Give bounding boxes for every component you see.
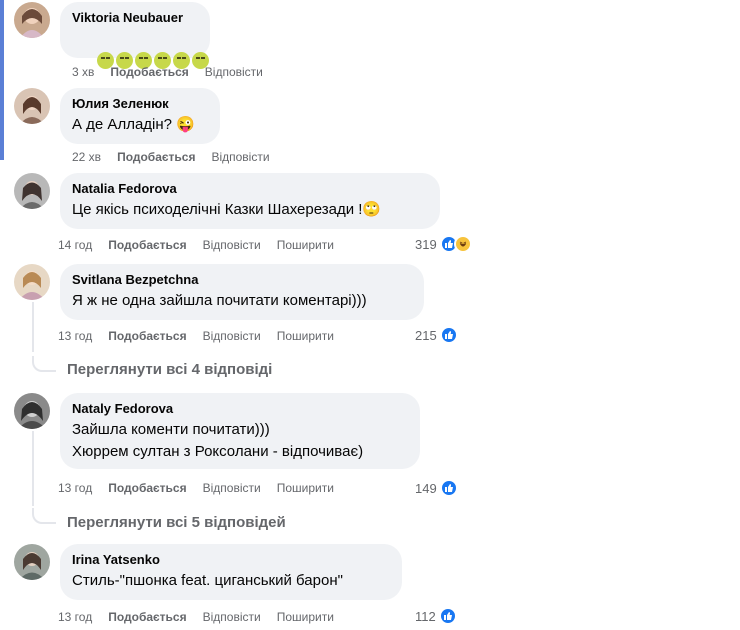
thread-line [32,431,34,506]
thread-line [32,302,34,352]
comment-text: Це якісь психоделічні Казки Шахерезади !… [72,201,382,218]
comment-actions: 3 хв Подобається Відповісти [72,65,279,79]
comment-author[interactable]: Nataly Fedorova [72,401,408,417]
comment-time[interactable]: 3 хв [72,65,94,79]
reaction-count: 319 [415,236,437,252]
like-button[interactable]: Подобається [108,610,186,624]
like-button[interactable]: Подобається [108,238,186,252]
reply-button[interactable]: Відповісти [203,610,261,624]
comment-time[interactable]: 13 год [58,481,92,495]
comment-author[interactable]: Irina Yatsenko [72,552,390,568]
thread-curve [32,356,56,372]
comment-bubble: Юлия Зеленюк А де Алладін? 😜 [60,88,220,144]
comment-actions: 13 год Подобається Відповісти Поширити [58,329,350,343]
comment-actions: 22 хв Подобається Відповісти [72,150,286,164]
comment-time[interactable]: 13 год [58,610,92,624]
comment-text: Я ж не одна зайшла почитати коментарі))) [72,292,367,309]
comment-bubble: Svitlana Bezpetchna Я ж не одна зайшла п… [60,264,424,320]
comment-actions: 14 год Подобається Відповісти Поширити [58,238,350,252]
comment-time[interactable]: 14 год [58,238,92,252]
reaction-count: 149 [415,480,437,496]
comment-text [72,32,210,92]
reply-button[interactable]: Відповісти [211,150,269,164]
avatar[interactable] [14,2,50,38]
avatar[interactable] [14,88,50,124]
reaction-summary[interactable]: 149 [415,479,458,497]
view-replies-link[interactable]: Переглянути всі 5 відповідей [67,514,286,531]
reply-button[interactable]: Відповісти [205,65,263,79]
comment-author[interactable]: Юлия Зеленюк [72,96,208,112]
like-icon [438,607,457,625]
share-button[interactable]: Поширити [277,481,334,495]
like-icon [439,479,458,497]
comment-author[interactable]: Natalia Fedorova [72,181,428,197]
avatar[interactable] [14,173,50,209]
like-button[interactable]: Подобається [108,481,186,495]
comment-bubble: Nataly Fedorova Зайшла коменти почитати)… [60,393,420,469]
comment-text-line-1: Зайшла коменти почитати))) [72,421,270,438]
like-icon [439,326,458,344]
reply-button[interactable]: Відповісти [203,329,261,343]
like-button[interactable]: Подобається [110,65,188,79]
reply-button[interactable]: Відповісти [203,481,261,495]
share-button[interactable]: Поширити [277,329,334,343]
comment-bubble: Natalia Fedorova Це якісь психоделічні К… [60,173,440,229]
view-replies-link[interactable]: Переглянути всі 4 відповіді [67,361,272,378]
avatar[interactable] [14,393,50,429]
comment-actions: 13 год Подобається Відповісти Поширити [58,610,350,624]
share-button[interactable]: Поширити [277,610,334,624]
thread-accent-bar [0,0,4,160]
comment-bubble: Irina Yatsenko Стиль-"пшонка feat. циган… [60,544,402,600]
comment-bubble: Viktoria Neubauer [60,2,210,69]
like-button[interactable]: Подобається [117,150,195,164]
comment-text-line-2: Хюррем султан з Роксолани - відпочиває) [72,443,364,460]
like-button[interactable]: Подобається [108,329,186,343]
share-button[interactable]: Поширити [277,238,334,252]
comment-text: А де Алладін? 😜 [72,116,195,133]
comment-author[interactable]: Viktoria Neubauer [72,10,198,26]
avatar[interactable] [14,264,50,300]
comment-author[interactable]: Svitlana Bezpetchna [72,272,412,288]
reply-button[interactable]: Відповісти [203,238,261,252]
reaction-summary[interactable]: 112 [415,607,457,625]
reaction-summary[interactable]: 319 [415,235,472,253]
avatar[interactable] [14,544,50,580]
reaction-count: 215 [415,327,437,343]
reaction-count: 112 [415,608,436,624]
comment-time[interactable]: 22 хв [72,150,101,164]
comment-time[interactable]: 13 год [58,329,92,343]
comment-actions: 13 год Подобається Відповісти Поширити [58,481,350,495]
comment-text: Стиль-"пшонка feat. циганський барон" [72,572,343,589]
haha-icon [453,235,472,253]
thread-curve [32,508,56,524]
reaction-summary[interactable]: 215 [415,326,458,344]
